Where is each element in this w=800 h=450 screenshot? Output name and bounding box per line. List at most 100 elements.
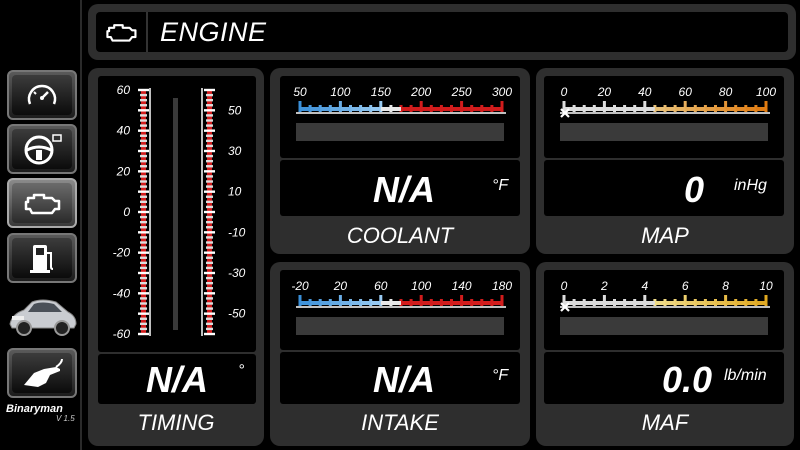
timing-tick-mark [140, 139, 147, 143]
timing-tick-mark [140, 276, 147, 280]
maf-scale-band [614, 301, 625, 305]
maf-scale-band [584, 301, 595, 305]
timing-tick-mark [140, 119, 147, 122]
map-tick-label: 20 [597, 85, 612, 99]
map-scale-band [574, 107, 585, 111]
intake-scale-band [431, 301, 442, 305]
coolant-panel: 50 100 150 200 250 300 N/A °F COOLANT [270, 68, 530, 254]
timing-tick-mark [204, 170, 215, 173]
timing-tick-mark [140, 154, 147, 158]
timing-tick-mark [206, 175, 213, 178]
maf-unit: lb/min [724, 367, 767, 384]
timing-tick-mark [206, 261, 213, 265]
intake-value: N/A [373, 359, 435, 400]
sidebar-item-fuel[interactable] [7, 233, 77, 283]
page-title: ENGINE [160, 17, 267, 47]
map-scale-band [675, 107, 686, 111]
timing-tick-mark [140, 317, 147, 320]
map-scale-band [755, 107, 766, 111]
map-scale-band [705, 107, 716, 111]
timing-tick-mark [140, 104, 147, 107]
timing-tick-mark [138, 210, 149, 214]
timing-right-tick-label: -10 [228, 225, 246, 239]
map-gauge: 0 20 40 60 80 100 [544, 76, 784, 158]
timing-tick-mark [140, 297, 147, 300]
timing-tick-mark [138, 231, 149, 234]
maf-value: 0.0 [661, 359, 712, 400]
timing-tick-mark [140, 185, 147, 188]
timing-tick-mark [140, 159, 147, 163]
timing-tick-mark [140, 302, 147, 305]
map-scale-band [614, 107, 625, 111]
coolant-scale-band [390, 107, 401, 111]
timing-left-tick-label: 20 [116, 164, 131, 178]
timing-tick-mark [206, 185, 213, 188]
intake-scale-band [401, 301, 412, 305]
timing-tick-mark [206, 195, 213, 198]
timing-tick-mark [206, 302, 213, 305]
timing-tick-mark [204, 129, 215, 132]
timing-tick-mark [140, 261, 147, 265]
timing-tick-mark [206, 180, 213, 183]
timing-tick-mark [204, 190, 215, 193]
timing-tick-mark [204, 251, 215, 254]
timing-tick-mark [206, 93, 213, 97]
map-scale-band [654, 107, 665, 111]
intake-readout: N/A °F [280, 352, 520, 404]
intake-scale-band [310, 301, 321, 305]
sidebar-item-engine[interactable] [7, 178, 77, 228]
map-label: MAP [641, 223, 689, 248]
maf-scale-band [685, 301, 696, 305]
coolant-scale-band [300, 107, 311, 111]
steering-wheel-icon [24, 134, 62, 165]
maf-bar-track [560, 317, 768, 335]
coolant-scale-band [421, 107, 432, 111]
intake-scale-band [461, 301, 472, 305]
check-engine-icon [96, 12, 148, 52]
intake-scale-band [491, 301, 502, 305]
timing-readout: N/A ° [98, 354, 256, 404]
timing-tick-mark [204, 88, 215, 92]
timing-tick-mark [140, 205, 147, 209]
coolant-scale-band [320, 107, 331, 111]
timing-tick-mark [206, 205, 213, 209]
intake-scale-band [441, 301, 452, 305]
map-scale-band [695, 107, 706, 111]
intake-tick-label: -20 [291, 279, 309, 293]
timing-right-tick-label: 10 [228, 185, 242, 199]
sidebar-item-steering[interactable] [7, 124, 77, 174]
map-scale-band [594, 107, 605, 111]
intake-gauge: -20 20 60 100 140 180 [280, 270, 520, 350]
sidebar-item-gauge[interactable] [7, 70, 77, 120]
timing-tick-mark [204, 332, 215, 336]
car-image[interactable] [6, 290, 78, 338]
coolant-scale-band [360, 107, 371, 111]
maf-scale-band [624, 301, 635, 305]
map-tick-label: 0 [561, 85, 568, 99]
timing-tick-mark [140, 124, 147, 127]
intake-scale-band [340, 301, 351, 305]
timing-tick-mark [206, 297, 213, 300]
coolant-scale-band [370, 107, 381, 111]
maf-scale-band [634, 301, 645, 305]
coolant-bar-track [296, 123, 504, 141]
map-scale-band [644, 107, 655, 111]
timing-tick-mark [138, 190, 149, 193]
map-unit: inHg [734, 177, 767, 194]
map-scale-band [604, 107, 615, 111]
map-scale-band [584, 107, 595, 111]
sidebar-item-refuel[interactable] [7, 348, 77, 398]
timing-tick-mark [204, 271, 215, 275]
timing-tick-mark [138, 170, 149, 173]
timing-tick-mark [140, 165, 147, 168]
timing-unit: ° [238, 362, 245, 379]
map-tick-label: 100 [756, 85, 776, 99]
timing-tick-mark [140, 134, 147, 137]
timing-label: TIMING [137, 410, 215, 435]
timing-tick-mark [204, 292, 215, 295]
coolant-scale-band [380, 107, 391, 111]
coolant-tick-label: 300 [492, 85, 512, 99]
timing-left-tick-label: -20 [113, 246, 131, 260]
timing-tick-mark [140, 287, 147, 290]
timing-tick-mark [206, 226, 213, 229]
